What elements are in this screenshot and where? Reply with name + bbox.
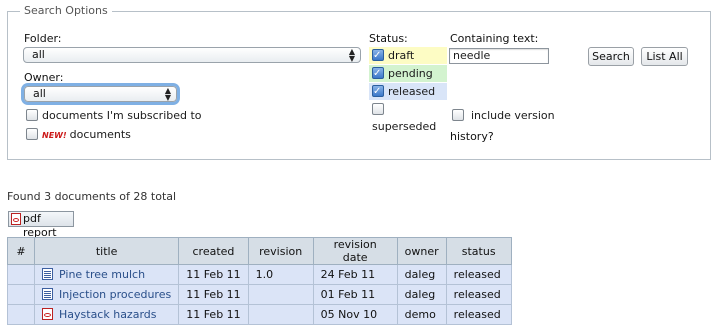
document-link[interactable]: Pine tree mulch: [59, 268, 145, 281]
pdf-report-label: pdf report: [23, 212, 57, 239]
table-row: Pine tree mulch 11 Feb 11 1.0 24 Feb 11 …: [7, 264, 512, 285]
containing-text-input[interactable]: needle: [449, 48, 549, 64]
doc-icon: [42, 288, 53, 300]
row-created: 11 Feb 11: [178, 304, 249, 325]
table-header-row: # title created revision revision date o…: [7, 237, 512, 265]
new-documents-label: documents: [69, 128, 131, 141]
owner-select-value: all: [33, 87, 46, 100]
status-pending-checkbox[interactable]: [372, 65, 384, 82]
status-draft-label: draft: [388, 49, 415, 62]
subscribed-checkbox[interactable]: [26, 109, 38, 121]
subscribed-option[interactable]: documents I'm subscribed to: [26, 108, 202, 124]
column-header-number[interactable]: #: [7, 237, 35, 265]
status-superseded-label: superseded: [372, 120, 437, 133]
row-revision-date: 24 Feb 11: [312, 264, 398, 285]
status-released-label: released: [388, 85, 436, 98]
status-superseded-option[interactable]: superseded: [369, 101, 449, 133]
row-number: [7, 284, 35, 305]
status-released-option[interactable]: released: [369, 83, 447, 100]
row-status: released: [445, 284, 512, 305]
row-status: released: [445, 304, 512, 325]
row-created: 11 Feb 11: [178, 264, 249, 285]
search-button[interactable]: Search: [588, 47, 634, 66]
document-link[interactable]: Injection procedures: [59, 288, 171, 301]
status-label: Status:: [369, 32, 408, 45]
owner-label: Owner:: [24, 71, 64, 84]
list-all-button[interactable]: List All: [641, 47, 688, 66]
documents-table: # title created revision revision date o…: [7, 237, 512, 325]
table-row: Injection procedures 11 Feb 11 01 Feb 11…: [7, 284, 512, 305]
select-arrows-icon: ▲ ▼: [348, 47, 356, 63]
folder-select-value: all: [32, 48, 45, 61]
row-owner: daleg: [396, 284, 447, 305]
include-version-history-checkbox[interactable]: [452, 109, 464, 121]
results-summary: Found 3 documents of 28 total: [7, 190, 177, 203]
pdf-icon: [42, 308, 53, 320]
new-documents-checkbox[interactable]: [26, 128, 38, 140]
new-badge-icon: NEW!: [42, 131, 67, 140]
subscribed-label: documents I'm subscribed to: [42, 109, 202, 122]
status-draft-option[interactable]: draft: [369, 47, 447, 64]
column-header-revision-date[interactable]: revision date: [312, 237, 398, 265]
row-revision: [247, 284, 314, 305]
status-superseded-checkbox[interactable]: [372, 103, 384, 115]
row-revision: 1.0: [247, 264, 314, 285]
column-header-title[interactable]: title: [33, 237, 180, 265]
column-header-owner[interactable]: owner: [396, 237, 447, 265]
row-revision: [247, 304, 314, 325]
doc-icon: [42, 268, 53, 280]
row-title-cell[interactable]: Injection procedures: [33, 284, 180, 305]
status-released-checkbox[interactable]: [372, 83, 384, 100]
status-pending-label: pending: [388, 67, 433, 80]
search-options-legend: Search Options: [20, 4, 112, 17]
folder-select[interactable]: all ▲ ▼: [23, 47, 361, 63]
row-revision-date: 01 Feb 11: [312, 284, 398, 305]
table-row: Haystack hazards 11 Feb 11 05 Nov 10 dem…: [7, 304, 512, 325]
column-header-status[interactable]: status: [445, 237, 512, 265]
status-pending-option[interactable]: pending: [369, 65, 447, 82]
row-revision-date: 05 Nov 10: [312, 304, 398, 325]
row-title-cell[interactable]: Pine tree mulch: [33, 264, 180, 285]
include-version-history-option[interactable]: include version: [452, 108, 555, 124]
pdf-icon: [11, 213, 21, 225]
row-owner: demo: [396, 304, 447, 325]
include-version-history-label: include version: [471, 109, 555, 122]
column-header-created[interactable]: created: [178, 237, 249, 265]
row-number: [7, 304, 35, 325]
row-number: [7, 264, 35, 285]
column-header-revision[interactable]: revision: [247, 237, 314, 265]
row-owner: daleg: [396, 264, 447, 285]
pdf-report-button[interactable]: pdf report: [8, 211, 74, 239]
select-arrows-icon: ▲ ▼: [164, 86, 172, 102]
new-documents-option[interactable]: NEW! documents: [26, 127, 131, 143]
document-link[interactable]: Haystack hazards: [59, 308, 157, 321]
status-draft-checkbox[interactable]: [372, 47, 384, 64]
row-title-cell[interactable]: Haystack hazards: [33, 304, 180, 325]
folder-label: Folder:: [24, 32, 62, 45]
row-created: 11 Feb 11: [178, 284, 249, 305]
owner-select[interactable]: all ▲ ▼: [24, 86, 177, 102]
include-version-history-label-line2: history?: [450, 130, 494, 143]
row-status: released: [445, 264, 512, 285]
containing-text-label: Containing text:: [450, 32, 539, 45]
